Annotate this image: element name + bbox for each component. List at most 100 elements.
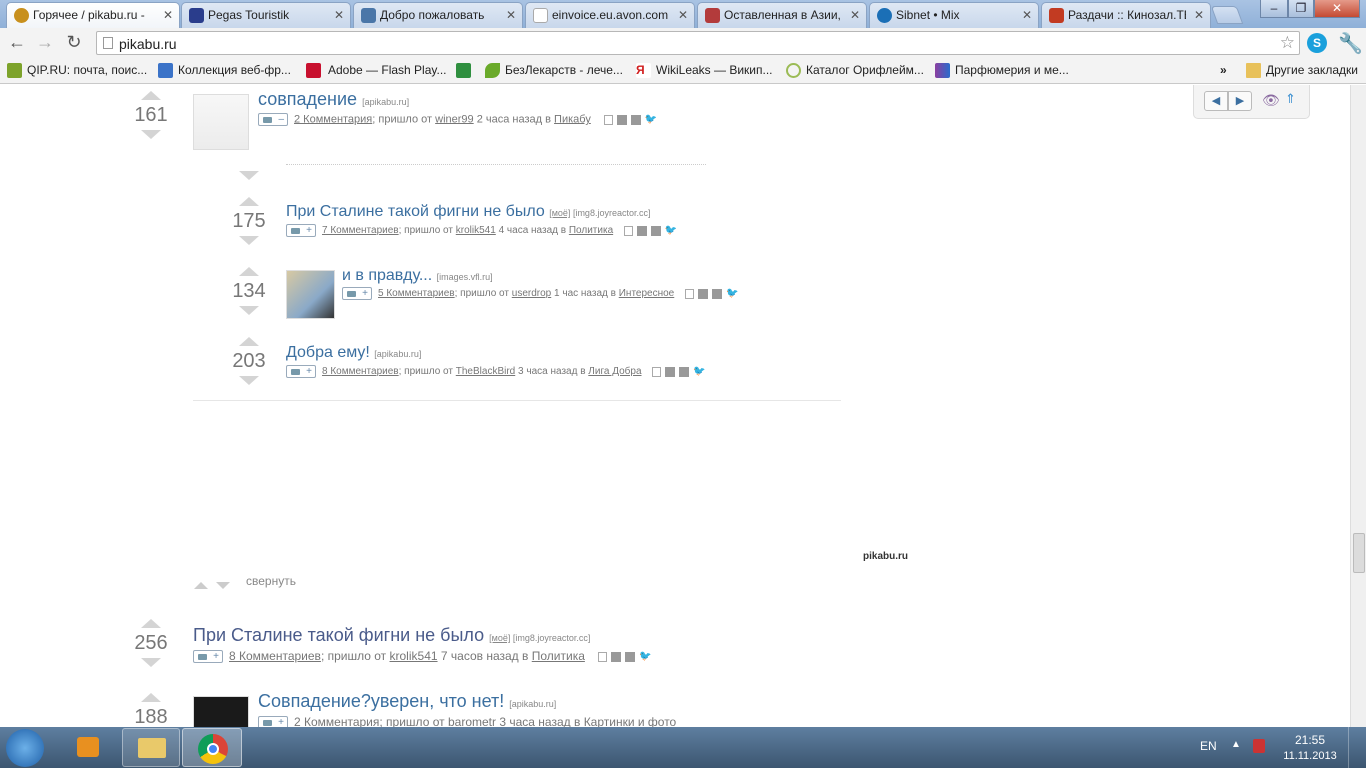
post-tag[interactable]: [моё] [489,633,510,643]
show-desktop-button[interactable] [1348,727,1366,768]
tab-asia[interactable]: Оставленная в Азии, ✕ [697,2,867,28]
taskbar-media-player[interactable] [60,728,116,767]
comments-link[interactable]: 7 Комментариев [322,225,399,236]
post-title[interactable]: Добра ему! [apikabu.ru] [286,344,421,362]
scrollbar-thumb[interactable] [1353,533,1365,573]
facebook-share-icon[interactable] [636,225,647,236]
maximize-button[interactable]: ❐ [1288,0,1314,18]
comments-link[interactable]: 8 Комментариев [229,649,321,663]
bookmark-adobe[interactable]: Adobe — Flash Play... [306,63,447,78]
author-link[interactable]: userdrop [512,288,551,299]
bookmark-star-icon[interactable]: ☆ [1280,33,1295,53]
eye-icon[interactable]: 👁 [1262,92,1280,109]
twitter-share-icon[interactable]: 🐦 [693,366,705,377]
post-title-text[interactable]: и в правду... [342,267,432,284]
facebook-share-icon[interactable] [616,114,627,125]
tray-app-icon[interactable] [1253,739,1265,753]
prev-arrow-icon[interactable]: ◀ [1204,91,1228,111]
forward-arrow-icon[interactable]: → [34,32,56,53]
scroll-up-icon[interactable]: ⇑ [1285,91,1296,107]
author-link[interactable]: winer99 [435,113,474,125]
post-tag[interactable]: [моё] [549,208,570,218]
post-title[interactable]: совпадение [apikabu.ru] [258,89,409,110]
language-indicator[interactable]: EN [1200,739,1217,753]
close-window-button[interactable]: ✕ [1314,0,1360,18]
facebook-share-icon[interactable] [665,366,676,377]
clock-time[interactable]: 21:55 [1280,733,1340,747]
new-tab-button[interactable] [1210,6,1244,24]
vote-up-icon[interactable] [141,693,161,702]
tab-close-icon[interactable]: ✕ [163,8,173,22]
save-post-icon[interactable] [598,651,608,662]
post-title-text[interactable]: Добра ему! [286,344,370,361]
camera-toggle-icon[interactable]: + [286,365,316,378]
start-button[interactable] [6,729,44,767]
vote-up-icon[interactable] [239,337,259,346]
save-post-icon[interactable] [685,288,695,299]
next-arrow-icon[interactable]: ▶ [1228,91,1252,111]
tab-close-icon[interactable]: ✕ [850,8,860,22]
section-link[interactable]: Пикабу [554,113,591,125]
vote-down-icon[interactable] [239,376,259,385]
save-post-icon[interactable] [623,225,633,236]
bookmarks-overflow-chevron[interactable]: » [1220,63,1227,77]
address-bar[interactable]: pikabu.ru ☆ [96,31,1300,55]
comments-link[interactable]: 5 Комментариев [378,288,455,299]
vote-down-icon[interactable] [141,130,161,139]
post-title[interactable]: и в правду... [images.vfl.ru] [342,267,493,285]
section-link[interactable]: Интересное [619,288,675,299]
taskbar-explorer[interactable] [122,728,180,767]
section-link[interactable]: Политика [532,649,585,663]
author-link[interactable]: krolik541 [390,649,438,663]
tab-close-icon[interactable]: ✕ [678,8,688,22]
comments-link[interactable]: 2 Комментария [294,113,372,125]
post-title-text[interactable]: Совпадение?уверен, что нет! [258,691,504,711]
bookmark-web-fragments[interactable]: Коллекция веб-фр... [158,63,291,78]
post-title-text[interactable]: При Сталине такой фигни не было [193,625,484,645]
comments-link[interactable]: 2 Комментария [294,715,379,727]
tab-kinozal[interactable]: Раздачи :: Кинозал.ТВ ✕ [1041,2,1211,28]
taskbar-chrome[interactable] [182,728,242,767]
camera-toggle-icon[interactable]: + [193,650,223,664]
vk-share-icon[interactable] [625,651,636,662]
vk-share-icon[interactable] [712,288,723,299]
author-link[interactable]: barometr [448,715,496,727]
post-thumbnail[interactable] [286,270,335,319]
post-title-text[interactable]: совпадение [258,89,357,109]
twitter-share-icon[interactable]: 🐦 [639,651,651,662]
tab-sibnet[interactable]: Sibnet • Mix ✕ [869,2,1039,28]
vote-down-icon[interactable] [239,236,259,245]
skype-extension-icon[interactable]: S [1307,33,1327,53]
section-link[interactable]: Лига Добра [588,366,641,377]
vote-up-icon[interactable] [239,267,259,276]
tab-close-icon[interactable]: ✕ [1022,8,1032,22]
collapse-link[interactable]: свернуть [246,574,296,588]
post-thumbnail[interactable] [193,696,249,727]
camera-toggle-icon[interactable]: + [286,224,316,237]
back-arrow-icon[interactable]: ← [6,32,28,53]
tab-avon[interactable]: einvoice.eu.avon.com ✕ [525,2,695,28]
post-title-text[interactable]: При Сталине такой фигни не было [286,203,545,220]
bookmark-perfume[interactable]: Парфюмерия и ме... [935,63,1069,78]
save-post-icon[interactable] [603,114,613,125]
twitter-share-icon[interactable]: 🐦 [645,114,657,125]
bookmark-qip[interactable]: QIP.RU: почта, поис... [7,63,147,78]
reload-icon[interactable]: ↻ [63,32,85,53]
post-title[interactable]: При Сталине такой фигни не было [моё] [i… [286,203,650,221]
tab-close-icon[interactable]: ✕ [334,8,344,22]
comments-link[interactable]: 8 Комментариев [322,366,399,377]
twitter-share-icon[interactable]: 🐦 [726,288,738,299]
vote-down-icon[interactable] [239,306,259,315]
vote-up-icon[interactable] [141,619,161,628]
tray-expand-icon[interactable]: ▲ [1231,739,1241,750]
vk-share-icon[interactable] [679,366,690,377]
tab-close-icon[interactable]: ✕ [506,8,516,22]
camera-toggle-icon[interactable]: – [258,113,288,126]
post-title[interactable]: При Сталине такой фигни не было [моё] [i… [193,625,590,646]
save-post-icon[interactable] [652,366,662,377]
vote-down-icon[interactable] [239,171,259,180]
tab-vk[interactable]: Добро пожаловать ✕ [353,2,523,28]
tab-close-icon[interactable]: ✕ [1194,8,1204,22]
bookmark-other-folder[interactable]: Другие закладки [1246,63,1358,78]
minimize-button[interactable]: – [1260,0,1288,18]
